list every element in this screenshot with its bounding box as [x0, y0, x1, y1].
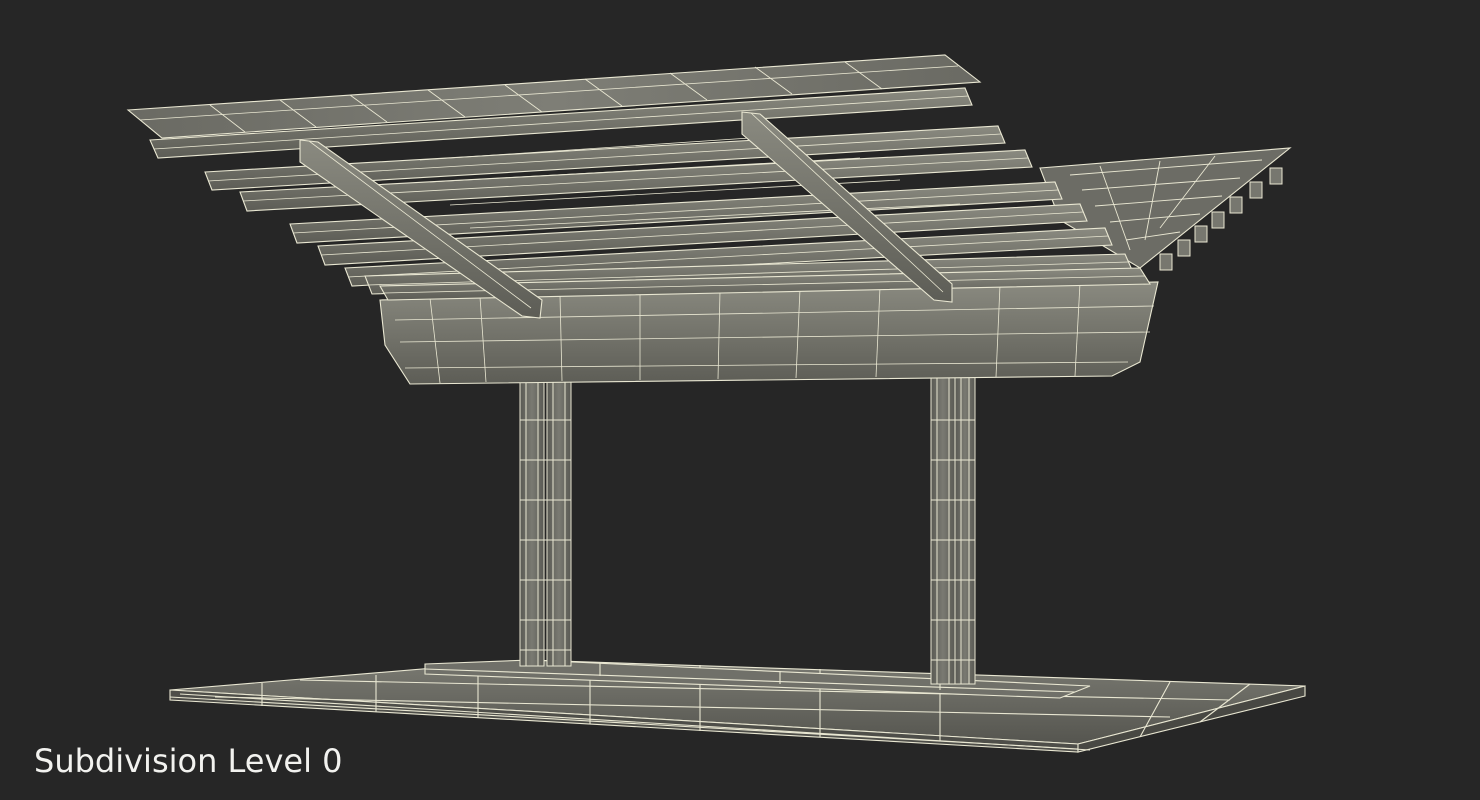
render-viewport: Subdivision Level 0 [0, 0, 1480, 800]
subdivision-level-caption: Subdivision Level 0 [34, 742, 343, 780]
ground-slab [169, 659, 1306, 753]
wireframe-render [126, 54, 1306, 753]
